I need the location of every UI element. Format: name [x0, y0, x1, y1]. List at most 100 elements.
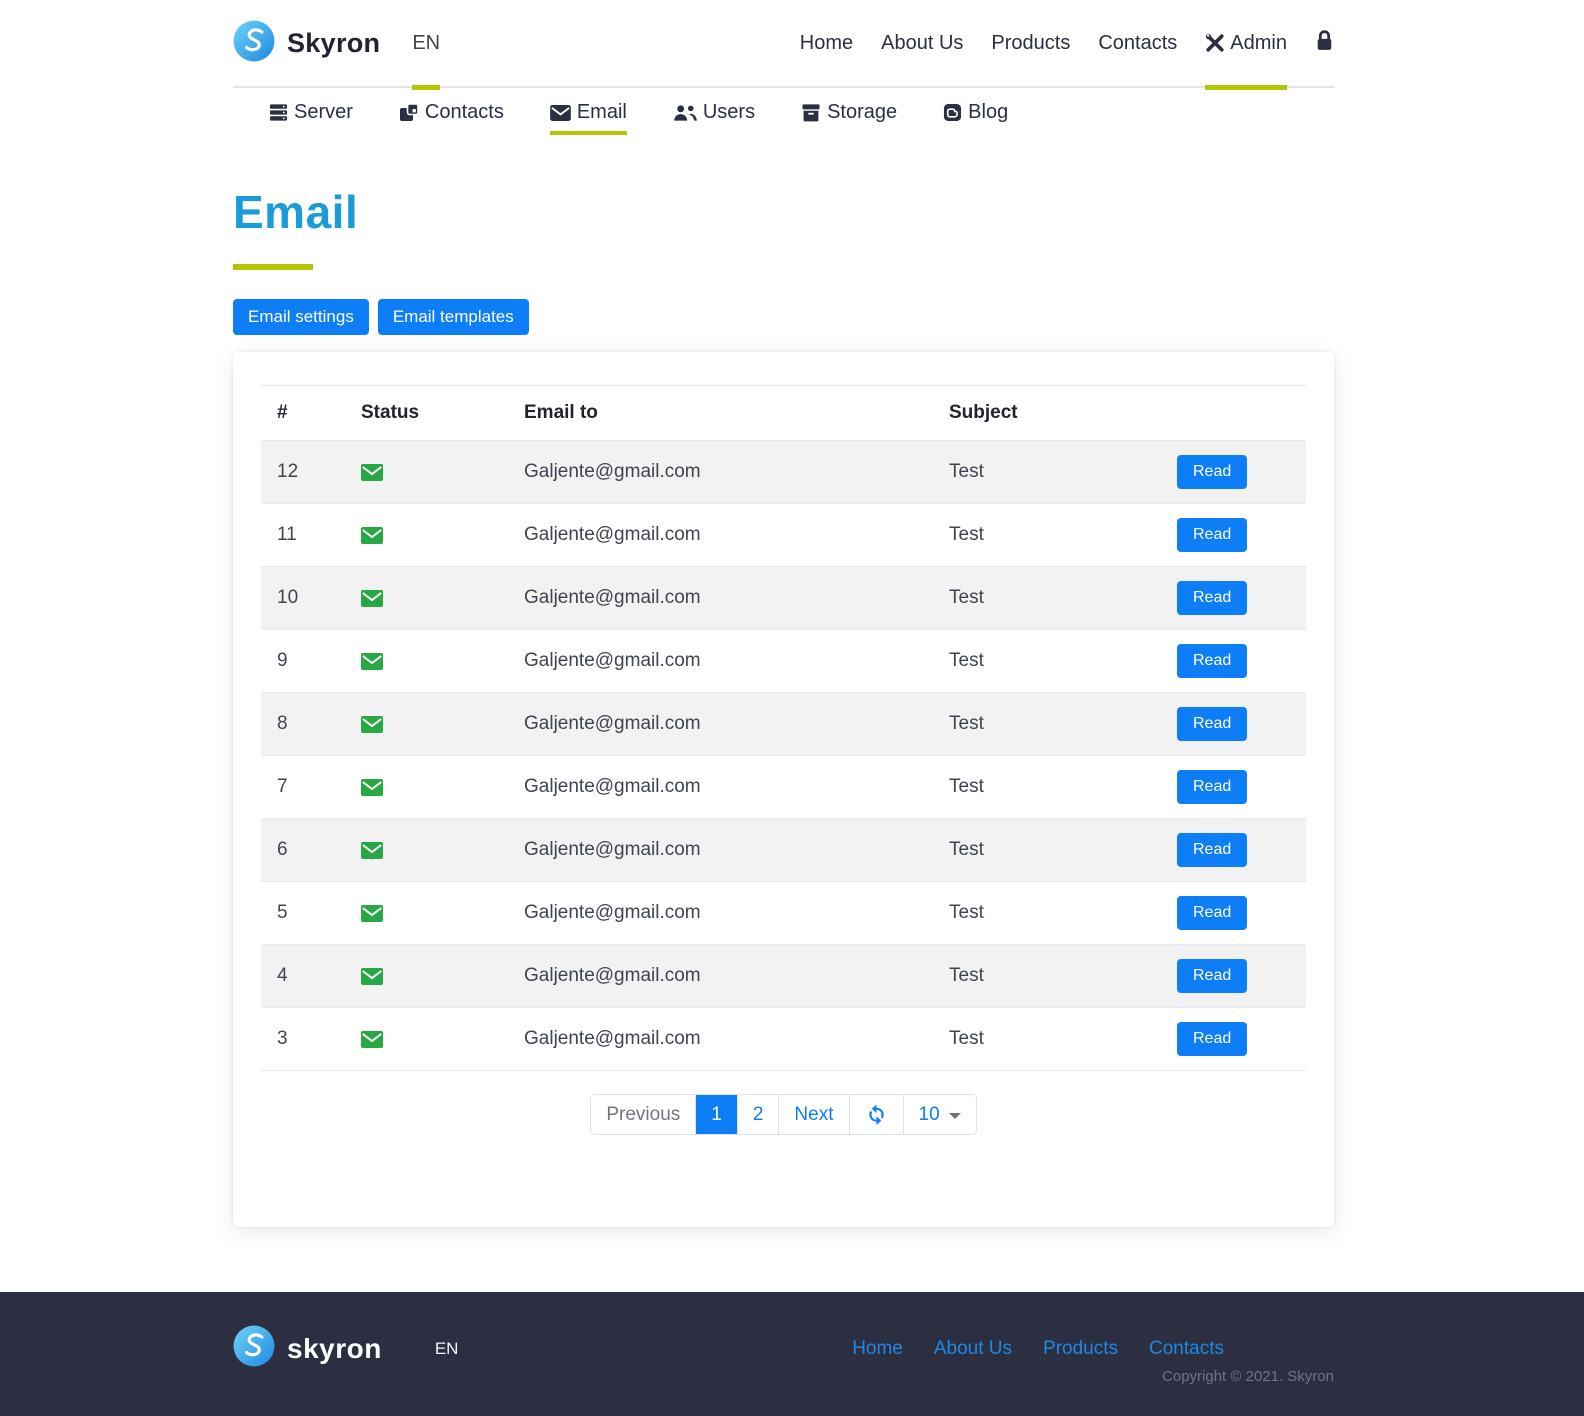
row-email-to: Galjente@gmail.com	[524, 776, 701, 797]
subnav-storage[interactable]: Storage	[801, 101, 897, 135]
table-row: 10 Galjente@gmail.com Test Read	[261, 566, 1306, 630]
read-button[interactable]: Read	[1177, 455, 1248, 489]
row-subject: Test	[949, 902, 984, 923]
row-status	[345, 504, 508, 567]
col-header-actions	[1161, 385, 1306, 441]
read-button[interactable]: Read	[1177, 896, 1248, 930]
row-email-to: Galjente@gmail.com	[524, 461, 701, 482]
chevron-down-icon	[948, 1112, 961, 1119]
email-list-card: # Status Email to Subject 12 Galjente@gma…	[233, 352, 1334, 1227]
row-status	[345, 819, 508, 882]
header: Skyron EN Home About Us Products Contact…	[0, 0, 1584, 90]
pagination-page-2[interactable]: 2	[737, 1095, 780, 1134]
pagination-page-1[interactable]: 1	[696, 1095, 738, 1134]
col-header-email-to: Email to	[508, 385, 933, 441]
row-id: 10	[277, 587, 299, 608]
footer-link-products[interactable]: Products	[1043, 1338, 1118, 1360]
brand-name: Skyron	[287, 27, 381, 58]
subnav-contacts[interactable]: Contacts	[399, 101, 504, 135]
read-button[interactable]: Read	[1177, 644, 1248, 678]
footer-link-about-us[interactable]: About Us	[934, 1338, 1012, 1360]
footer-brand[interactable]: skyron	[233, 1325, 382, 1372]
envelope-icon	[549, 104, 571, 121]
page-size-select[interactable]: 10	[903, 1095, 976, 1134]
row-status	[345, 882, 508, 945]
row-email-to: Galjente@gmail.com	[524, 1028, 701, 1049]
admin-subnav: Server Contacts Email Users Storage Blog	[233, 88, 1334, 138]
read-button[interactable]: Read	[1177, 770, 1248, 804]
tools-icon	[1205, 33, 1225, 53]
subnav-users[interactable]: Users	[673, 101, 755, 135]
table-row: 9 Galjente@gmail.com Test Read	[261, 630, 1306, 693]
status-sent-envelope-icon	[361, 589, 383, 607]
pagination-previous[interactable]: Previous	[591, 1095, 697, 1134]
table-row: 6 Galjente@gmail.com Test Read	[261, 818, 1306, 882]
footer-language-selector[interactable]: EN	[435, 1339, 459, 1359]
row-status	[345, 630, 508, 693]
language-selector[interactable]: EN	[412, 0, 440, 90]
subnav-email[interactable]: Email	[549, 101, 627, 135]
nav-products[interactable]: Products	[991, 0, 1070, 87]
nav-contacts[interactable]: Contacts	[1098, 0, 1177, 87]
row-id: 11	[277, 524, 297, 545]
row-subject: Test	[949, 461, 984, 482]
row-id: 4	[277, 965, 288, 986]
read-button[interactable]: Read	[1177, 581, 1248, 615]
read-button[interactable]: Read	[1177, 833, 1248, 867]
page-title: Email	[233, 186, 359, 238]
row-subject: Test	[949, 965, 984, 986]
row-email-to: Galjente@gmail.com	[524, 965, 701, 986]
email-templates-button[interactable]: Email templates	[377, 299, 529, 335]
table-row: 11 Galjente@gmail.com Test Read	[261, 504, 1306, 567]
row-email-to: Galjente@gmail.com	[524, 650, 701, 671]
status-sent-envelope-icon	[361, 526, 383, 544]
skyron-logo-icon	[233, 1325, 275, 1372]
subnav-blog[interactable]: Blog	[943, 101, 1008, 135]
footer-nav: Home About Us Products Contacts	[852, 1338, 1224, 1360]
footer-link-home[interactable]: Home	[852, 1338, 903, 1360]
row-email-to: Galjente@gmail.com	[524, 587, 701, 608]
blog-icon	[944, 103, 962, 122]
row-subject: Test	[949, 524, 984, 545]
refresh-icon	[868, 1104, 884, 1125]
email-settings-button[interactable]: Email settings	[233, 299, 369, 335]
nav-admin[interactable]: Admin	[1205, 0, 1287, 90]
col-header-subject: Subject	[933, 385, 1161, 441]
row-id: 8	[277, 713, 288, 734]
pagination: Previous 1 2 Next 10	[261, 1094, 1306, 1135]
row-email-to: Galjente@gmail.com	[524, 839, 701, 860]
read-button[interactable]: Read	[1177, 707, 1248, 741]
pagination-next[interactable]: Next	[779, 1095, 850, 1134]
row-status	[345, 945, 508, 1008]
main-content: Email Email settings Email templates # S…	[233, 185, 1334, 1227]
read-button[interactable]: Read	[1177, 959, 1248, 993]
read-button[interactable]: Read	[1177, 1022, 1248, 1056]
row-status	[345, 693, 508, 756]
row-subject: Test	[949, 839, 984, 860]
nav-about-us[interactable]: About Us	[881, 0, 963, 87]
table-row: 12 Galjente@gmail.com Test Read	[261, 440, 1306, 504]
brand[interactable]: Skyron	[233, 20, 380, 67]
row-subject: Test	[949, 650, 984, 671]
row-email-to: Galjente@gmail.com	[524, 524, 701, 545]
users-icon	[674, 104, 697, 121]
status-sent-envelope-icon	[361, 841, 383, 859]
status-sent-envelope-icon	[361, 778, 383, 796]
status-sent-envelope-icon	[361, 463, 383, 481]
subnav-server[interactable]: Server	[269, 101, 353, 135]
footer-link-contacts[interactable]: Contacts	[1149, 1338, 1224, 1360]
table-row: 4 Galjente@gmail.com Test Read	[261, 944, 1306, 1008]
server-icon	[269, 104, 288, 121]
row-id: 3	[277, 1028, 288, 1049]
read-button[interactable]: Read	[1177, 518, 1248, 552]
row-subject: Test	[949, 713, 984, 734]
skyron-logo-icon	[233, 20, 275, 67]
title-accent-bar	[233, 264, 313, 270]
nav-home[interactable]: Home	[800, 0, 853, 87]
lock-button[interactable]	[1315, 0, 1334, 87]
contacts-icon	[399, 102, 419, 121]
row-status	[345, 756, 508, 819]
main-nav: Home About Us Products Contacts Admin	[800, 0, 1334, 90]
refresh-button[interactable]	[849, 1095, 904, 1134]
row-status	[345, 1008, 508, 1071]
